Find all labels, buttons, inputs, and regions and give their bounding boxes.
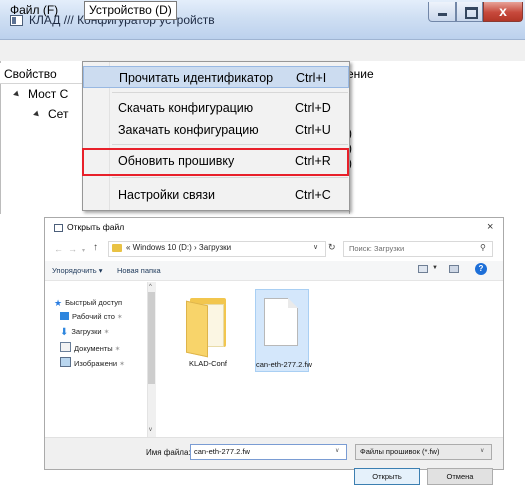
- scroll-down-icon[interactable]: v: [149, 427, 152, 433]
- nav-item-quick-access[interactable]: ★ Быстрый доступ: [54, 298, 122, 310]
- menu-item-read-id[interactable]: Прочитать идентификатор Ctrl+I: [83, 66, 349, 88]
- chevron-down-icon[interactable]: ∨: [480, 447, 484, 454]
- menu-item-upload-config[interactable]: Закачать конфигурацию Ctrl+U: [83, 119, 349, 141]
- menu-bar: [0, 40, 525, 61]
- preview-pane-icon[interactable]: [449, 265, 459, 273]
- nav-item-images[interactable]: Изображени ✶: [60, 357, 125, 369]
- tree-item-network[interactable]: Сет: [33, 107, 68, 121]
- search-placeholder: Поиск: Загрузки: [349, 244, 405, 253]
- pin-icon: ✶: [114, 346, 121, 353]
- menu-item-download-config[interactable]: Скачать конфигурацию Ctrl+D: [83, 97, 349, 119]
- nav-item-downloads[interactable]: ⬇ Загрузки ✶: [60, 327, 109, 339]
- pin-icon: ✶: [116, 314, 123, 321]
- dialog-close-icon[interactable]: ×: [487, 221, 493, 233]
- open-button[interactable]: Открыть: [354, 468, 420, 485]
- scroll-up-icon[interactable]: ^: [149, 284, 152, 290]
- help-icon[interactable]: ?: [475, 263, 487, 275]
- filetype-value: Файлы прошивок (*.fw): [360, 447, 440, 456]
- images-icon: [60, 357, 71, 367]
- up-arrow-icon[interactable]: ↑: [93, 242, 98, 253]
- column-header-value[interactable]: ение: [347, 67, 374, 81]
- forward-arrow-icon[interactable]: →: [68, 244, 77, 254]
- close-button[interactable]: x: [483, 2, 523, 22]
- chevron-down-icon[interactable]: ∨: [335, 447, 339, 454]
- history-chevron-icon[interactable]: ▾: [82, 247, 85, 254]
- chevron-down-icon[interactable]: ▼: [432, 265, 438, 271]
- desktop-icon: [60, 312, 69, 320]
- main-window: КЛАД /// Конфигуратор устройств x Файл (…: [0, 0, 525, 214]
- download-arrow-icon: ⬇: [60, 327, 69, 338]
- organize-button[interactable]: Упорядочить ▾: [52, 266, 102, 275]
- filename-label: Имя файла:: [146, 448, 191, 457]
- chevron-down-icon[interactable]: ∨: [313, 243, 318, 251]
- nav-item-documents[interactable]: Документы ✶: [60, 342, 121, 354]
- nav-item-desktop[interactable]: Рабочий сто ✶: [60, 312, 123, 324]
- menu-separator: [112, 92, 348, 93]
- menu-file[interactable]: Файл (F): [6, 2, 62, 20]
- back-arrow-icon[interactable]: ←: [54, 244, 63, 254]
- pin-icon: ✶: [119, 361, 125, 368]
- star-icon: ★: [54, 298, 63, 308]
- expand-triangle-icon[interactable]: [33, 110, 41, 119]
- scrollbar-thumb[interactable]: [148, 292, 155, 384]
- filename-value: can-eth-277.2.fw: [194, 447, 250, 456]
- new-folder-button[interactable]: Новая папка: [117, 266, 161, 275]
- maximize-button[interactable]: [456, 2, 483, 22]
- column-header-property[interactable]: Свойство: [4, 67, 57, 81]
- cancel-button[interactable]: Отмена: [427, 468, 493, 485]
- highlight-annotation: [82, 148, 349, 176]
- refresh-icon[interactable]: ↻: [328, 242, 336, 253]
- folder-icon: [112, 244, 122, 252]
- pin-icon: ✶: [103, 329, 110, 336]
- address-path[interactable]: « Windows 10 (D:) › Загрузки: [126, 243, 231, 252]
- close-icon: x: [499, 3, 507, 19]
- tree-item-bridge[interactable]: Мост С: [13, 87, 68, 101]
- expand-triangle-icon[interactable]: [13, 90, 21, 99]
- menu-device[interactable]: Устройство (D): [84, 1, 177, 20]
- menu-separator: [112, 177, 348, 178]
- minimize-button[interactable]: [428, 2, 456, 22]
- view-mode-icon[interactable]: [418, 265, 428, 273]
- menu-item-connection-settings[interactable]: Настройки связи Ctrl+C: [83, 184, 349, 206]
- command-bar: [45, 261, 503, 281]
- file-corner-fold: [288, 298, 298, 308]
- menu-separator: [112, 144, 348, 145]
- dialog-title: Открыть файл: [67, 222, 125, 232]
- folder-flap: [186, 300, 208, 358]
- documents-icon: [60, 342, 71, 352]
- search-icon[interactable]: ⚲: [480, 243, 486, 252]
- dialog-app-icon: [54, 224, 63, 232]
